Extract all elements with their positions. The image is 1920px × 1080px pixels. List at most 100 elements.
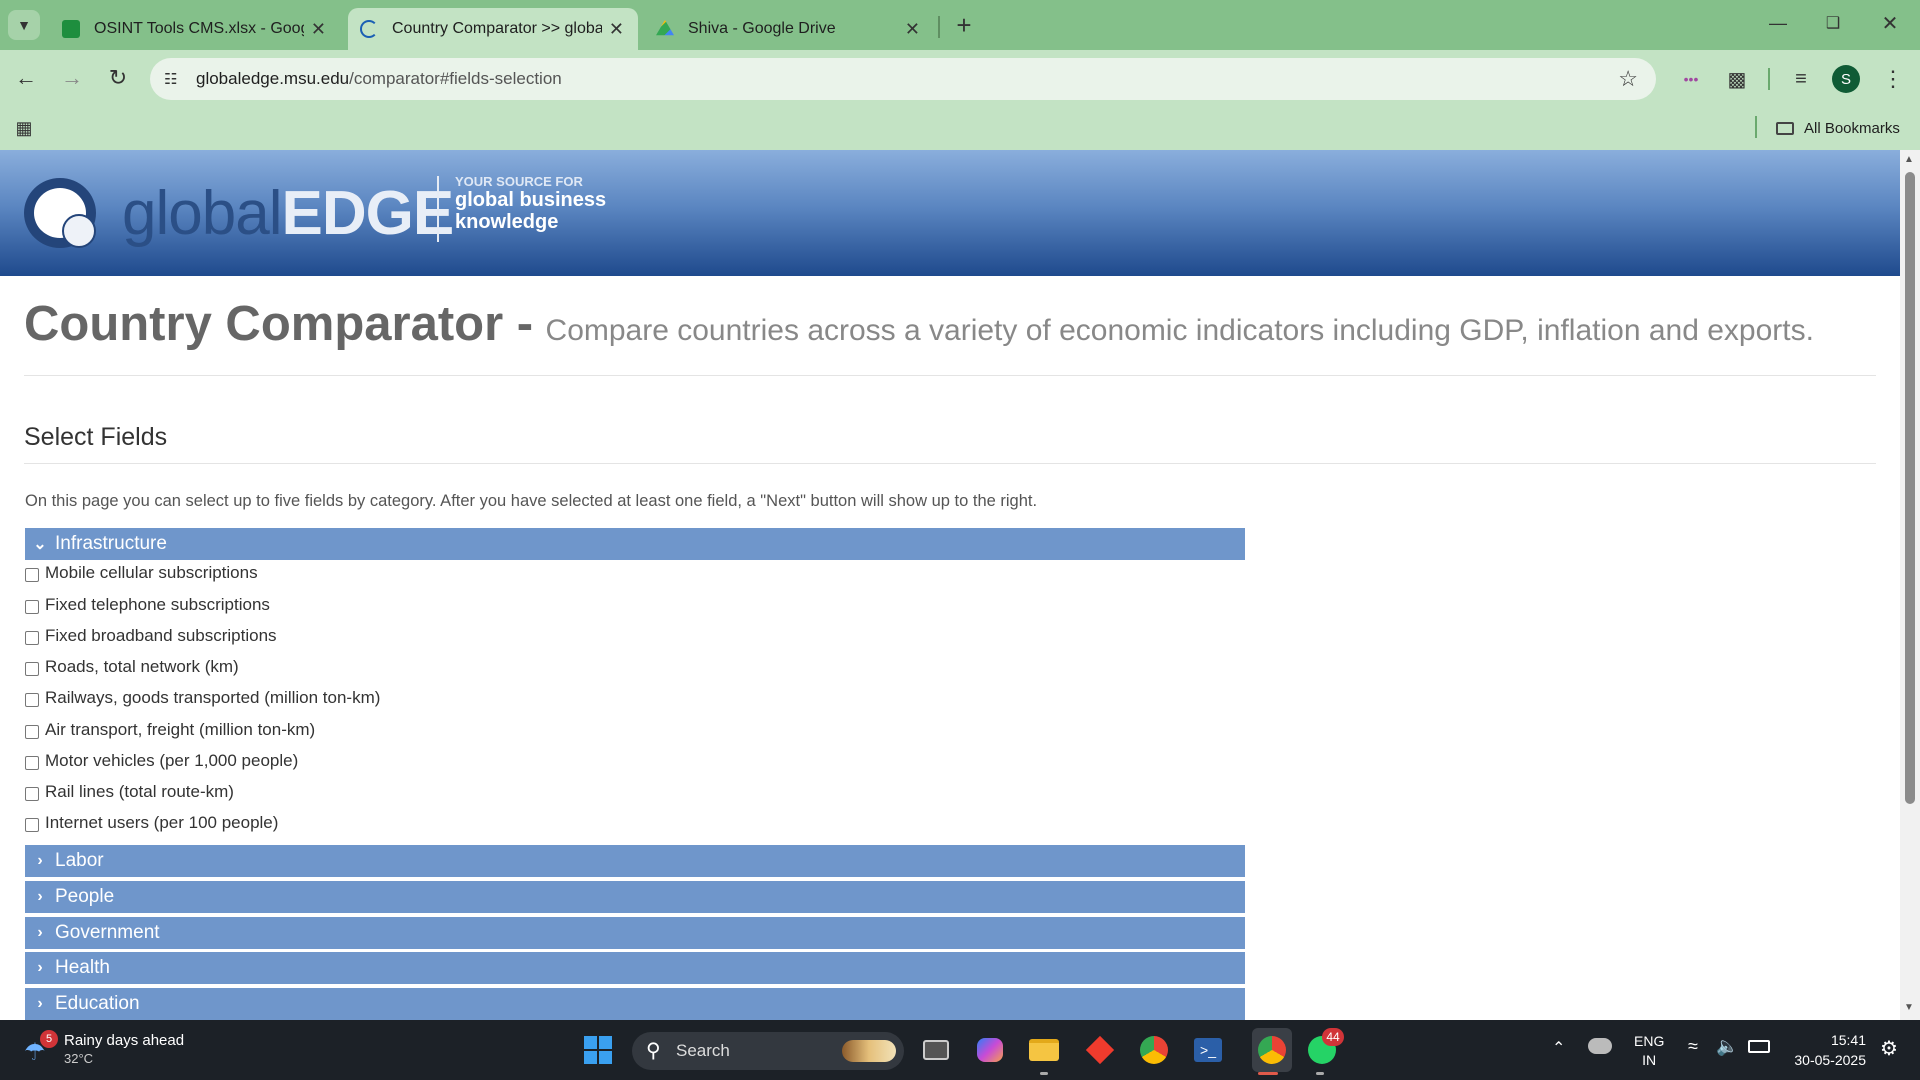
tab-search-button[interactable]: ▼ (8, 10, 40, 40)
file-explorer-icon[interactable] (1028, 1034, 1060, 1066)
field-label: Railways, goods transported (million ton… (45, 688, 381, 707)
page-subtitle: Compare countries across a variety of ec… (545, 314, 1814, 347)
wifi-icon[interactable]: ≈ (1688, 1036, 1698, 1057)
field-air-transport[interactable]: Air transport, freight (million ton-km) (25, 716, 315, 744)
category-education[interactable]: › Education (25, 988, 1245, 1020)
apps-grid-icon[interactable]: ▦ (10, 114, 38, 142)
scrollbar-thumb[interactable] (1905, 172, 1915, 804)
scroll-down-arrow-icon[interactable]: ▼ (1904, 1002, 1914, 1013)
chrome-profile-icon[interactable] (1252, 1028, 1292, 1072)
file-explorer-running-indicator (1040, 1072, 1048, 1075)
taskbar-search-box[interactable]: ⚲ Search (632, 1032, 904, 1070)
show-hidden-icons-chevron-icon[interactable]: ⌃ (1552, 1038, 1565, 1058)
toolbar-divider (1768, 68, 1770, 90)
tagline: YOUR SOURCE FOR global business knowledg… (455, 174, 606, 233)
section-divider (24, 463, 1876, 464)
restore-button[interactable]: ❑ (1815, 8, 1851, 38)
powershell-icon[interactable]: >_ (1192, 1034, 1224, 1066)
vertical-scrollbar[interactable]: ▲ ▼ (1900, 150, 1920, 1020)
bookmarks-bar: ▦ All Bookmarks (0, 106, 1920, 150)
checkbox[interactable] (25, 817, 39, 832)
clock-date: 30-05-2025 (1794, 1052, 1866, 1068)
field-label: Rail lines (total route-km) (45, 782, 234, 801)
back-button[interactable]: ← (10, 62, 42, 94)
onedrive-icon[interactable] (1588, 1038, 1612, 1054)
tab-osint-sheet[interactable]: OSINT Tools CMS.xlsx - Google ✕ (50, 8, 340, 50)
folder-icon (1776, 121, 1794, 135)
checkbox[interactable] (25, 755, 39, 770)
media-control-icon[interactable]: ≡ (1784, 62, 1818, 96)
field-motor-vehicles[interactable]: Motor vehicles (per 1,000 people) (25, 747, 298, 775)
checkbox[interactable] (25, 567, 39, 582)
battery-icon[interactable] (1748, 1040, 1770, 1053)
copilot-icon[interactable] (974, 1034, 1006, 1066)
task-view-icon[interactable] (920, 1034, 952, 1066)
field-label: Mobile cellular subscriptions (45, 563, 258, 582)
chrome-icon[interactable] (1138, 1034, 1170, 1066)
scroll-up-arrow-icon[interactable]: ▲ (1904, 154, 1914, 165)
field-rail-lines[interactable]: Rail lines (total route-km) (25, 778, 234, 806)
close-icon[interactable]: ✕ (905, 19, 920, 40)
bookmark-star-icon[interactable]: ☆ (1618, 66, 1638, 92)
checkbox[interactable] (25, 724, 39, 739)
weather-temp: 32°C (64, 1051, 94, 1066)
address-bar[interactable]: ☷ globaledge.msu.edu/comparator#fields-s… (150, 58, 1656, 100)
close-window-button[interactable]: ✕ (1872, 8, 1908, 38)
category-infrastructure[interactable]: ⌄ Infrastructure (25, 528, 1245, 560)
checkbox[interactable] (25, 692, 39, 707)
tab-country-comparator[interactable]: Country Comparator >> globalE ✕ (348, 8, 638, 50)
category-label: Government (55, 922, 160, 943)
weather-widget[interactable]: ☂ 5 Rainy days ahead 32°C (22, 1030, 202, 1070)
language-indicator[interactable]: ENG IN (1634, 1032, 1664, 1070)
globaledge-logo[interactable]: globalEDGE (24, 174, 454, 254)
checkbox[interactable] (25, 599, 39, 614)
tagline-line1: global business (455, 189, 607, 211)
extension-icon[interactable]: ••• (1674, 62, 1708, 96)
category-health[interactable]: › Health (25, 952, 1245, 984)
tab-google-drive[interactable]: Shiva - Google Drive ✕ (644, 8, 934, 50)
checkbox[interactable] (25, 630, 39, 645)
menu-kebab-icon[interactable]: ⋮ (1878, 62, 1908, 96)
windows-start-icon[interactable] (582, 1034, 614, 1066)
field-internet-users[interactable]: Internet users (per 100 people) (25, 809, 278, 837)
anydesk-icon[interactable] (1084, 1034, 1116, 1066)
reload-button[interactable]: ↻ (102, 62, 134, 94)
google-drive-icon (656, 20, 674, 36)
category-government[interactable]: › Government (25, 917, 1245, 949)
field-label: Roads, total network (km) (45, 657, 239, 676)
clock[interactable]: 15:41 30-05-2025 (1786, 1030, 1866, 1070)
chevron-right-icon: › (37, 995, 43, 1012)
checkbox[interactable] (25, 661, 39, 676)
field-label: Air transport, freight (million ton-km) (45, 720, 316, 739)
notifications-icon[interactable]: ⚙ (1880, 1036, 1898, 1061)
category-labor[interactable]: › Labor (25, 845, 1245, 877)
page-title: Country Comparator - (24, 297, 534, 351)
site-info-icon[interactable]: ☷ (164, 70, 182, 88)
profile-avatar[interactable]: S (1832, 65, 1860, 93)
new-tab-button[interactable]: + (948, 10, 980, 40)
checkbox[interactable] (25, 786, 39, 801)
url-path: /comparator#fields-selection (349, 69, 562, 88)
close-icon[interactable]: ✕ (609, 19, 624, 40)
field-fixed-broadband[interactable]: Fixed broadband subscriptions (25, 622, 277, 650)
google-sheets-icon (62, 20, 80, 38)
chrome-active-indicator (1258, 1072, 1278, 1075)
category-people[interactable]: › People (25, 881, 1245, 913)
volume-icon[interactable]: 🔈 (1716, 1036, 1738, 1057)
close-icon[interactable]: ✕ (311, 19, 326, 40)
field-fixed-telephone[interactable]: Fixed telephone subscriptions (25, 591, 270, 619)
category-label: Labor (55, 850, 104, 871)
extensions-puzzle-icon[interactable]: ▩ (1720, 62, 1754, 96)
search-highlight-icon (842, 1040, 896, 1062)
chevron-right-icon: › (37, 888, 43, 905)
field-mobile-cellular[interactable]: Mobile cellular subscriptions (25, 559, 258, 587)
all-bookmarks-button[interactable]: All Bookmarks (1776, 116, 1900, 140)
tab-title: OSINT Tools CMS.xlsx - Google (94, 20, 304, 37)
field-label: Internet users (per 100 people) (45, 813, 279, 832)
minimize-button[interactable]: — (1760, 8, 1796, 38)
tagline-line2: knowledge (455, 211, 559, 233)
forward-button[interactable]: → (56, 62, 88, 94)
field-roads[interactable]: Roads, total network (km) (25, 653, 239, 681)
loading-icon (360, 20, 378, 38)
field-railways-goods[interactable]: Railways, goods transported (million ton… (25, 684, 380, 712)
